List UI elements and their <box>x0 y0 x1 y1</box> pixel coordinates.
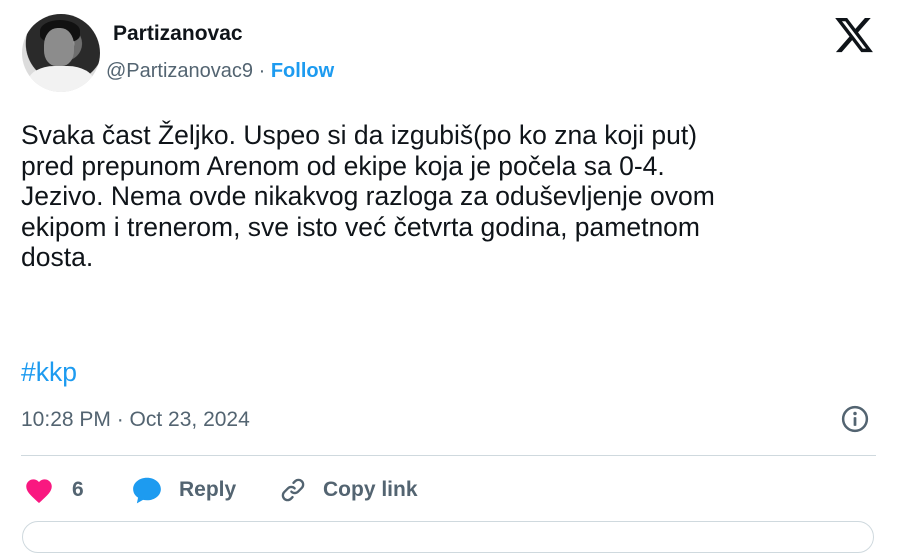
author-avatar[interactable] <box>22 14 100 92</box>
heart-icon <box>26 479 52 503</box>
follow-button[interactable]: Follow <box>271 60 334 82</box>
author-handle-row: @Partizanovac9 · Follow <box>106 60 334 83</box>
speech-bubble-icon <box>133 477 161 504</box>
x-logo-icon[interactable] <box>832 14 876 56</box>
link-icon <box>281 478 305 502</box>
reply-button[interactable]: Reply <box>131 473 236 507</box>
divider <box>21 455 876 456</box>
info-icon[interactable] <box>840 404 870 434</box>
copy-link-label: Copy link <box>323 478 418 501</box>
like-count: 6 <box>72 478 84 501</box>
like-button[interactable]: 6 <box>24 473 84 507</box>
tweet-text: Svaka čast Željko. Uspeo si da izgubiš(p… <box>21 120 715 272</box>
reply-label: Reply <box>179 478 237 501</box>
handle-separator: · <box>258 60 266 82</box>
avatar-face <box>44 28 74 66</box>
author-name[interactable]: Partizanovac <box>113 22 243 46</box>
copy-link-button[interactable]: Copy link <box>279 473 418 507</box>
hashtag-link[interactable]: #kkp <box>21 357 77 388</box>
read-replies-button[interactable] <box>22 521 874 553</box>
tweet-timestamp[interactable]: 10:28 PM · Oct 23, 2024 <box>21 408 250 432</box>
author-handle[interactable]: @Partizanovac9 <box>106 60 253 82</box>
avatar-body <box>28 66 94 92</box>
